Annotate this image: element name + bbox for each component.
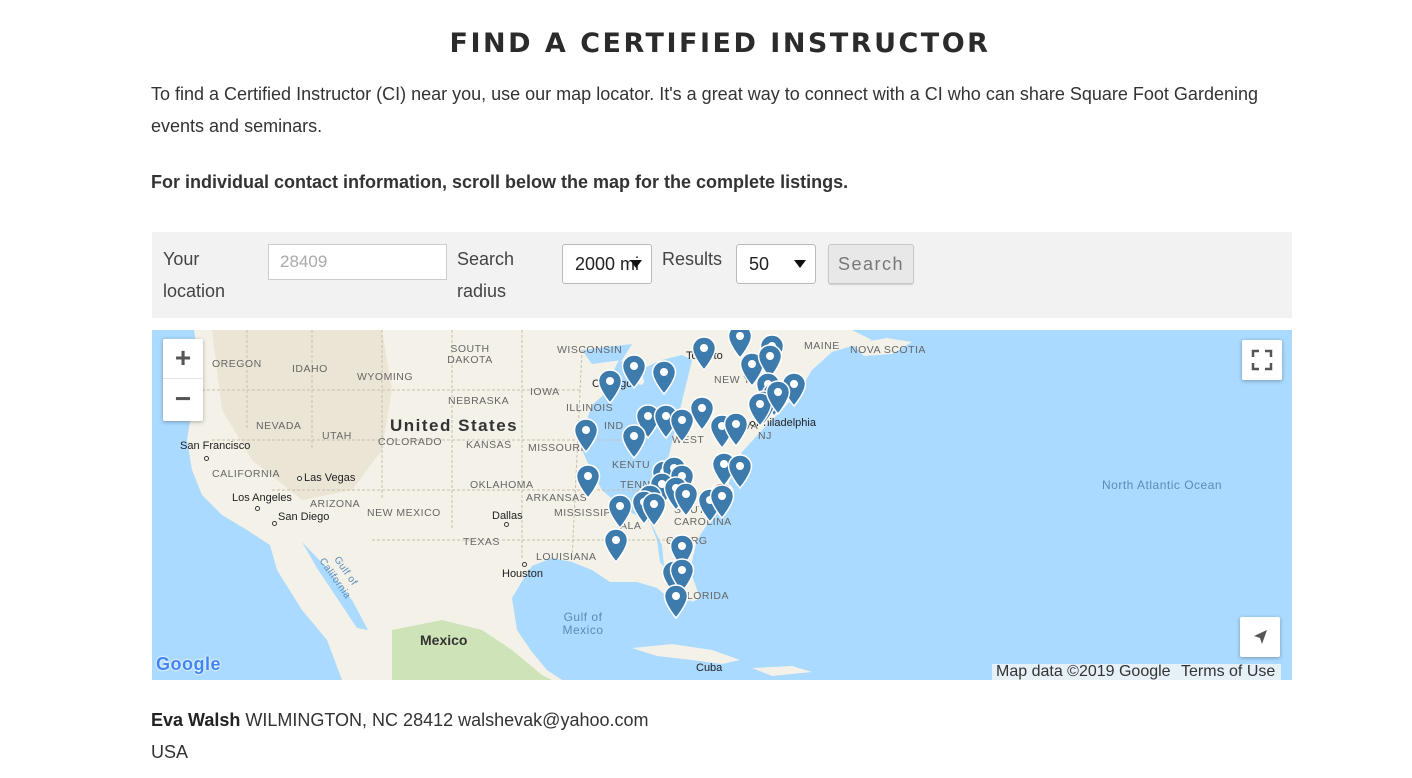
- page-title: FIND A CERTIFIED INSTRUCTOR: [449, 28, 991, 59]
- fullscreen-icon: [1251, 349, 1273, 371]
- map-label: WISCONSIN: [557, 344, 623, 356]
- google-logo-text: Google: [156, 654, 221, 674]
- map-label: WYOMING: [357, 371, 413, 383]
- instructor-email[interactable]: walshevak@yahoo.com: [458, 710, 648, 730]
- map-label: NJ: [758, 430, 772, 442]
- map-label: TEXAS: [463, 536, 500, 548]
- ocean-label: Gulf of Mexico: [562, 610, 604, 637]
- map-label: IDAHO: [292, 363, 328, 375]
- map-pin-icon[interactable]: [573, 418, 599, 454]
- map-label: ARIZONA: [310, 498, 361, 510]
- city-dot: [204, 456, 209, 461]
- results-value: 50: [749, 254, 770, 274]
- google-logo: Google: [156, 654, 221, 675]
- zoom-in-button[interactable]: +: [163, 339, 203, 379]
- city-label: San Francisco: [180, 440, 251, 452]
- chevron-down-icon: [794, 260, 806, 268]
- listing-note: For individual contact information, scro…: [151, 172, 849, 192]
- city-label: San Diego: [278, 511, 330, 523]
- ocean-label: North Atlantic Ocean: [1102, 478, 1223, 492]
- map-label: SOUTH DAKOTA: [447, 343, 493, 366]
- map-pin-icon[interactable]: [651, 360, 677, 396]
- intro-text: To find a Certified Instructor (CI) near…: [151, 84, 1258, 136]
- city-label: Dallas: [492, 510, 523, 522]
- instructor-listing: Eva Walsh WILMINGTON, NC 28412 walshevak…: [151, 704, 1261, 768]
- map-label: KANSAS: [466, 439, 512, 451]
- map-label: NEVADA: [256, 420, 302, 432]
- city-label: Los Angeles: [232, 492, 292, 504]
- city-label: Houston: [502, 568, 543, 580]
- zoom-control: + −: [163, 339, 203, 421]
- terms-of-use-link[interactable]: Terms of Use: [1181, 663, 1275, 680]
- city-dot: [522, 562, 527, 567]
- fullscreen-button[interactable]: [1242, 340, 1282, 380]
- radius-select[interactable]: 2000 mi: [562, 244, 652, 284]
- location-input[interactable]: [268, 244, 447, 280]
- map-label: NOVA SCOTIA: [850, 344, 926, 356]
- map-pin-icon[interactable]: [691, 336, 717, 372]
- map-pin-icon[interactable]: [709, 484, 735, 520]
- instructor-name: Eva Walsh: [151, 710, 241, 730]
- zoom-out-button[interactable]: −: [163, 380, 203, 420]
- city-label: Las Vegas: [304, 472, 356, 484]
- instructor-country: USA: [151, 742, 189, 762]
- search-button[interactable]: Search: [828, 244, 914, 284]
- my-location-button[interactable]: [1240, 617, 1280, 657]
- map-pin-icon[interactable]: [621, 354, 647, 390]
- map-label-united-states: United States: [390, 416, 519, 435]
- map-attribution: Map data ©2019 Google Terms of Use: [992, 663, 1282, 680]
- results-select[interactable]: 50: [736, 244, 816, 284]
- map-pin-icon[interactable]: [597, 369, 623, 405]
- city-dot: [504, 522, 509, 527]
- map-label: NEW MEXICO: [367, 507, 441, 519]
- map-pin-icon[interactable]: [575, 464, 601, 500]
- map-pin-icon[interactable]: [607, 494, 633, 530]
- map-pin-icon[interactable]: [603, 528, 629, 564]
- results-label: Results: [662, 249, 723, 269]
- map-pin-icon[interactable]: [621, 424, 647, 460]
- map-label: OREGON: [212, 358, 262, 370]
- map-pin-icon[interactable]: [673, 482, 699, 518]
- map-label: CALIFORNIA: [212, 468, 281, 480]
- map-label: LOUISIANA: [536, 551, 597, 563]
- store-locator-search: Your location Search radius 2000 mi Resu…: [152, 232, 1292, 318]
- map-label: OKLAHOMA: [470, 479, 534, 491]
- radius-label: Search radius: [457, 249, 515, 301]
- city-dot: [272, 521, 277, 526]
- instructor-map[interactable]: OREGON IDAHO WYOMING SOUTH DAKOTA WISCON…: [152, 330, 1292, 680]
- map-label: KENTU: [612, 459, 651, 471]
- map-label: COLORADO: [378, 436, 443, 448]
- location-label: Your location: [163, 249, 226, 301]
- instructor-address: WILMINGTON, NC 28412: [245, 710, 454, 730]
- city-dot: [255, 506, 260, 511]
- city-label: Cuba: [696, 662, 723, 674]
- map-data-text: Map data ©2019 Google: [996, 663, 1171, 680]
- chevron-down-icon: [630, 260, 642, 268]
- map-label-mexico: Mexico: [420, 632, 468, 648]
- map-pin-icon[interactable]: [663, 584, 689, 620]
- map-label: MAINE: [804, 340, 840, 352]
- map-label: IOWA: [530, 386, 560, 398]
- map-pin-icon[interactable]: [641, 492, 667, 528]
- city-dot: [297, 476, 302, 481]
- navigation-arrow-icon: [1254, 630, 1267, 644]
- map-pin-icon[interactable]: [765, 380, 791, 416]
- map-label: UTAH: [322, 430, 352, 442]
- map-label: NEBRASKA: [448, 395, 510, 407]
- map-pin-icon[interactable]: [723, 412, 749, 448]
